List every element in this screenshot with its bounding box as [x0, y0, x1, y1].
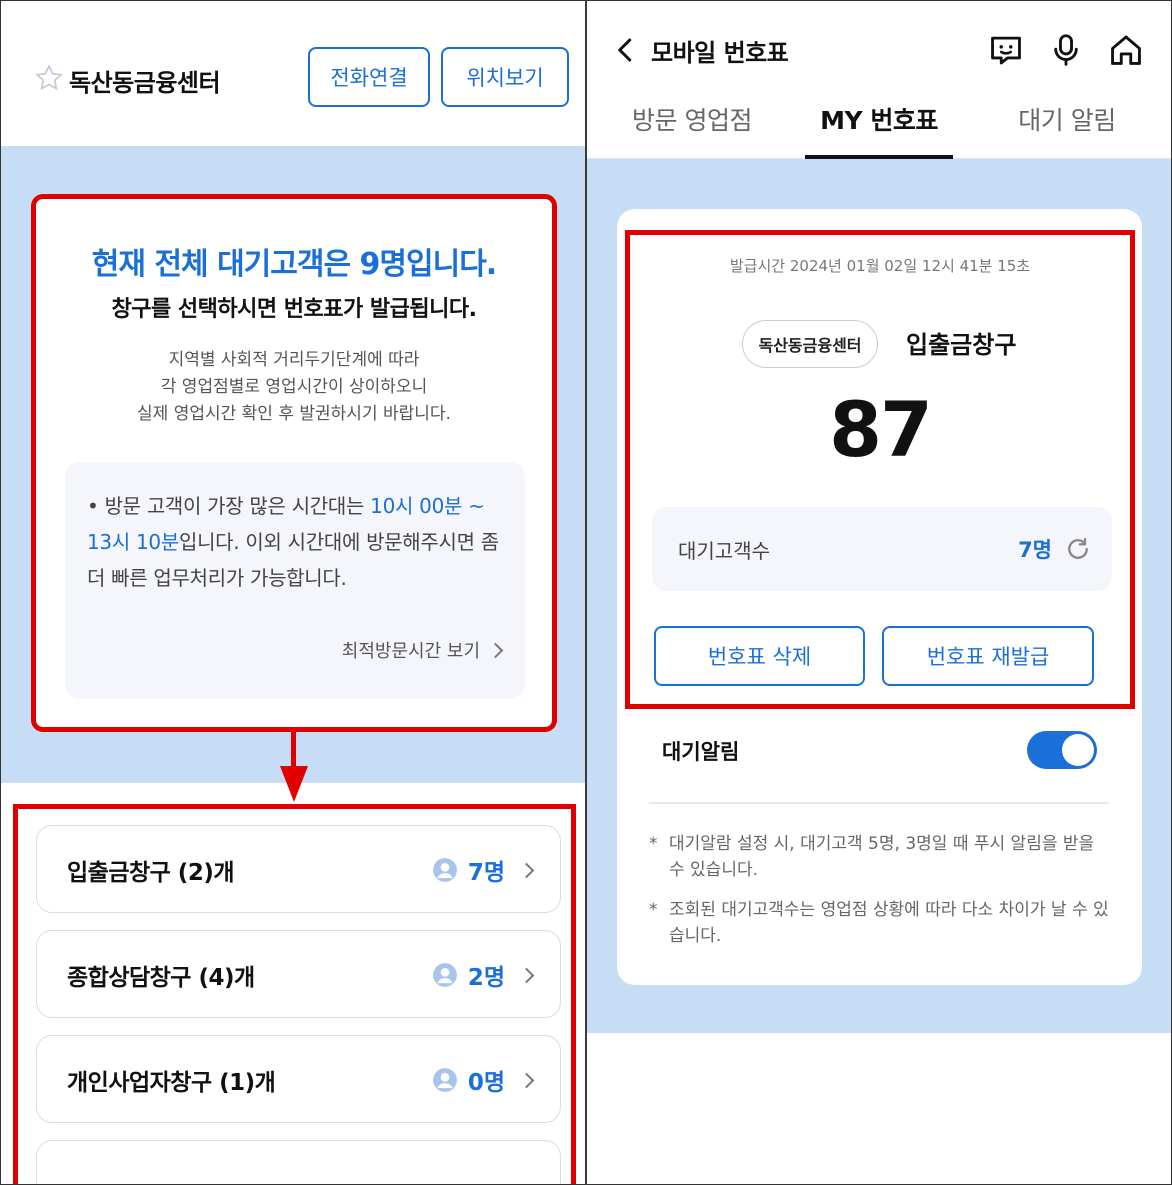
tab-visit-branch[interactable]: 방문 영업점: [607, 101, 777, 159]
optimal-visit-time-label: 최적방문시간 보기: [341, 641, 480, 662]
total-wait-headline: 현재 전체 대기고객은 9명입니다.: [91, 247, 497, 282]
chevron-right-icon: [487, 642, 504, 658]
chevron-right-icon: [518, 1072, 535, 1088]
count-note-text: 조회된 대기고객수는 영업점 상황에 따라 다소 차이가 날 수 있습니다.: [669, 900, 1109, 946]
tab-my-ticket[interactable]: MY 번호표: [805, 101, 953, 159]
counter-wait-count: 7명: [467, 860, 505, 886]
delete-ticket-button[interactable]: 번호표 삭제: [654, 626, 865, 686]
ticket-counter-name: 입출금창구: [906, 331, 1017, 359]
waiting-customers-box: 대기고객수 7명: [652, 507, 1112, 591]
asterisk-mark: *: [649, 900, 658, 920]
business-hours-notice: 지역별 사회적 거리두기단계에 따라 각 영업점별로 영업시간이 상이하오니 실…: [36, 347, 552, 428]
ticket-details: 발급시간 2024년 01월 02일 12시 41분 15초 독산동금융센터 입…: [625, 230, 1135, 709]
divider-line: [649, 802, 1109, 804]
issue-timestamp: 발급시간 2024년 01월 02일 12시 41분 15초: [729, 257, 1031, 275]
counter-wait-count: 2명: [467, 965, 505, 991]
person-icon: [432, 858, 457, 882]
counter-name: 개인사업자창구 (1)개: [67, 1070, 276, 1096]
notice-line: 실제 영업시간 확인 후 발권하시기 바랍니다.: [137, 404, 451, 424]
annotation-arrow-down-icon: [280, 766, 308, 802]
alert-note-text: 대기알람 설정 시, 대기고객 5명, 3명일 때 푸시 알림을 받을 수 있습…: [669, 834, 1095, 880]
favorite-star-icon[interactable]: [34, 63, 64, 93]
counter-wait-count: 0명: [467, 1070, 505, 1096]
branch-title: 독산동금융센터: [69, 69, 221, 97]
counter-wait: 0명: [432, 1036, 535, 1124]
counter-wait: 2명: [432, 931, 535, 1019]
chevron-right-icon: [518, 862, 535, 878]
app-header: 모바일 번호표 방문 영업점 MY 번호표 대기 알림: [587, 1, 1171, 159]
right-screen: 모바일 번호표 방문 영업점 MY 번호표 대기 알림 발급시간 2024년 0…: [587, 0, 1172, 1185]
chatbot-icon[interactable]: [987, 31, 1025, 69]
tip-prefix: 방문 고객이 가장 많은 시간대는: [104, 494, 371, 518]
location-button[interactable]: 위치보기: [441, 47, 569, 107]
counter-name: 입출금창구 (2)개: [67, 860, 235, 886]
notice-line: 각 영업점별로 영업시간이 상이하오니: [160, 377, 428, 397]
toggle-knob: [1062, 734, 1094, 766]
wait-info-card: 현재 전체 대기고객은 9명입니다. 창구를 선택하시면 번호표가 발급됩니다.…: [31, 194, 557, 732]
counter-item-partial[interactable]: [36, 1140, 561, 1184]
wait-alert-toggle[interactable]: [1027, 731, 1097, 769]
counter-wait: 7명: [432, 826, 535, 914]
counter-item[interactable]: 입출금창구 (2)개 7명: [36, 825, 561, 913]
optimal-visit-time-link[interactable]: 최적방문시간 보기: [341, 637, 504, 663]
busy-time-tip-text: • 방문 고객이 가장 많은 시간대는 10시 00분 ~ 13시 10분입니다…: [87, 494, 499, 590]
wait-alert-label: 대기알림: [662, 740, 740, 764]
tab-wait-alert[interactable]: 대기 알림: [987, 101, 1147, 159]
home-icon[interactable]: [1107, 31, 1145, 69]
chevron-right-icon: [518, 967, 535, 983]
count-note: * 조회된 대기고객수는 영업점 상황에 따라 다소 차이가 날 수 있습니다.: [649, 897, 1109, 949]
counter-name: 종합상담창구 (4)개: [67, 965, 255, 991]
annotation-arrow-shaft: [291, 732, 296, 770]
page-title: 모바일 번호표: [651, 39, 789, 67]
left-screen: 독산동금융센터 전화연결 위치보기 현재 전체 대기고객은 9명입니다. 창구를…: [0, 0, 586, 1185]
counter-list: 입출금창구 (2)개 7명 종합상담창구 (4)개 2명 개인사업자창구 (1)…: [13, 804, 576, 1184]
ticket-number: 87: [829, 385, 933, 474]
microphone-icon[interactable]: [1047, 31, 1085, 69]
alert-note: * 대기알람 설정 시, 대기고객 5명, 3명일 때 푸시 알림을 받을 수 …: [649, 831, 1109, 883]
select-counter-instruction: 창구를 선택하시면 번호표가 발급됩니다.: [111, 297, 477, 322]
waiting-customers-count: 7명: [1018, 538, 1052, 562]
notice-line: 지역별 사회적 거리두기단계에 따라: [168, 350, 420, 370]
branch-badge: 독산동금융센터: [742, 320, 878, 368]
reissue-ticket-button[interactable]: 번호표 재발급: [882, 626, 1094, 686]
refresh-icon[interactable]: [1064, 535, 1092, 563]
waiting-customers-label: 대기고객수: [678, 538, 770, 563]
branch-header: 독산동금융센터 전화연결 위치보기: [1, 1, 586, 146]
counter-item[interactable]: 종합상담창구 (4)개 2명: [36, 930, 561, 1018]
person-icon: [432, 963, 457, 987]
counter-item[interactable]: 개인사업자창구 (1)개 0명: [36, 1035, 561, 1123]
person-icon: [432, 1068, 457, 1092]
call-button[interactable]: 전화연결: [308, 47, 430, 107]
back-arrow-icon[interactable]: [611, 35, 641, 65]
asterisk-mark: *: [649, 834, 658, 854]
busy-time-tip: • 방문 고객이 가장 많은 시간대는 10시 00분 ~ 13시 10분입니다…: [65, 462, 525, 699]
